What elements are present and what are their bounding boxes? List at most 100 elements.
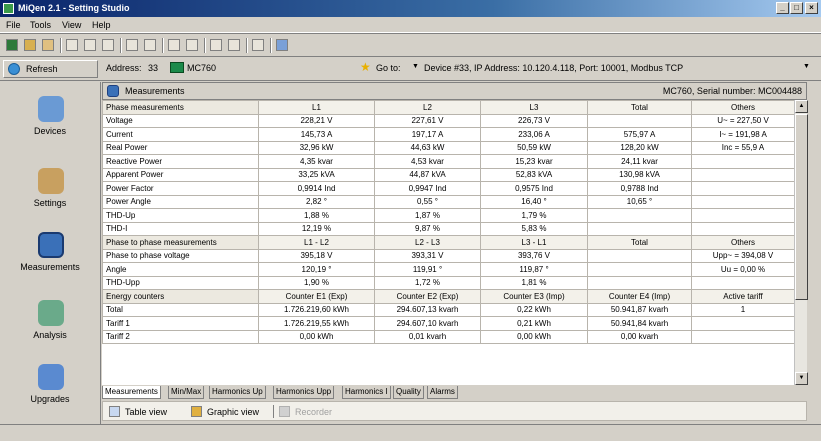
table-cell[interactable]: 393,76 V [480, 248, 588, 263]
table-cell[interactable]: 33,25 kVA [258, 167, 375, 182]
goto-label[interactable]: Go to: [376, 63, 401, 73]
row-label-cell[interactable]: Power Factor [102, 181, 259, 196]
table-cell[interactable]: 15,23 kvar [480, 154, 588, 169]
table-cell[interactable]: 12,19 % [258, 221, 375, 236]
scroll-up-icon[interactable]: ▲ [795, 100, 808, 113]
table-cell[interactable]: L1 - L2 [258, 235, 375, 250]
new-icon[interactable] [6, 39, 18, 51]
table-cell[interactable]: 1,79 % [480, 208, 588, 223]
table-cell[interactable]: 2,82 ° [258, 194, 375, 209]
table-cell[interactable]: Upp~ = 394,08 V [691, 248, 794, 263]
table-cell[interactable]: 1,81 % [480, 275, 588, 290]
menu-help[interactable]: Help [92, 20, 111, 30]
row-label-cell[interactable]: Total [102, 302, 259, 317]
table-cell[interactable]: Uu = 0,00 % [691, 262, 794, 277]
table-cell[interactable]: 0,21 kWh [480, 316, 588, 331]
table-cell[interactable]: 10,65 ° [587, 194, 692, 209]
table-cell[interactable]: 119,87 ° [480, 262, 588, 277]
table-cell[interactable]: 227,61 V [374, 113, 481, 128]
row-label-cell[interactable]: Power Angle [102, 194, 259, 209]
close-button[interactable]: × [805, 2, 818, 14]
graphic-view-button[interactable]: Graphic view [207, 407, 259, 417]
tools-icon[interactable] [252, 39, 264, 51]
table-cell[interactable]: Inc = 55,9 A [691, 140, 794, 155]
table-cell[interactable]: L2 [374, 100, 481, 115]
table-cell[interactable] [691, 329, 794, 344]
table-cell[interactable]: Others [691, 235, 794, 250]
copy-icon[interactable] [168, 39, 180, 51]
row-label-cell[interactable]: Angle [102, 262, 259, 277]
row-label-cell[interactable]: Voltage [102, 113, 259, 128]
tab-harmonics-up[interactable]: Harmonics Up [209, 386, 266, 399]
table-cell[interactable]: Active tariff [691, 289, 794, 304]
table-cell[interactable] [691, 154, 794, 169]
tab-quality[interactable]: Quality [393, 386, 424, 399]
table-cell[interactable] [587, 262, 692, 277]
table-cell[interactable]: 0,9788 Ind [587, 181, 692, 196]
maximize-button[interactable]: □ [790, 2, 803, 14]
table-cell[interactable]: 395,18 V [258, 248, 375, 263]
table-cell[interactable]: 4,35 kvar [258, 154, 375, 169]
table-cell[interactable]: 44,63 kW [374, 140, 481, 155]
monitor-icon[interactable] [228, 39, 240, 51]
table-cell[interactable]: 44,87 kVA [374, 167, 481, 182]
table-cell[interactable]: 0,55 ° [374, 194, 481, 209]
table-cell[interactable]: 52,83 kVA [480, 167, 588, 182]
print-icon[interactable] [126, 39, 138, 51]
row-label-cell[interactable]: Phase to phase voltage [102, 248, 259, 263]
table-view-icon[interactable] [109, 406, 120, 417]
tab-harmonics-i[interactable]: Harmonics I [342, 386, 391, 399]
table-cell[interactable] [691, 167, 794, 182]
print-preview-icon[interactable] [144, 39, 156, 51]
graphic-view-icon[interactable] [191, 406, 202, 417]
table-cell[interactable]: 0,00 kWh [480, 329, 588, 344]
sidebar-item-settings[interactable]: Settings [4, 168, 96, 228]
table-cell[interactable]: 226,73 V [480, 113, 588, 128]
open-icon[interactable] [24, 39, 36, 51]
row-label-cell[interactable]: Tariff 1 [102, 316, 259, 331]
table-cell[interactable]: L2 - L3 [374, 235, 481, 250]
table-cell[interactable] [587, 275, 692, 290]
table-cell[interactable]: 1,90 % [258, 275, 375, 290]
table-cell[interactable] [691, 221, 794, 236]
table-cell[interactable]: Total [587, 100, 692, 115]
table-cell[interactable]: Counter E3 (Imp) [480, 289, 588, 304]
table-cell[interactable]: 120,19 ° [258, 262, 375, 277]
scroll-thumb[interactable] [795, 114, 808, 300]
chevron-down-icon[interactable]: ▼ [412, 63, 419, 70]
row-label-cell[interactable]: Reactive Power [102, 154, 259, 169]
table-cell[interactable]: 294.607,13 kvarh [374, 302, 481, 317]
export-icon[interactable] [102, 39, 114, 51]
row-label-cell[interactable]: THD-Up [102, 208, 259, 223]
table-cell[interactable]: 5,83 % [480, 221, 588, 236]
table-cell[interactable] [587, 221, 692, 236]
row-label-cell[interactable]: Current [102, 127, 259, 142]
table-cell[interactable]: 0,9947 Ind [374, 181, 481, 196]
tab-measurements[interactable]: Measurements [102, 386, 161, 399]
row-label-cell[interactable]: Real Power [102, 140, 259, 155]
table-cell[interactable] [691, 275, 794, 290]
table-cell[interactable]: 0,00 kWh [258, 329, 375, 344]
connect-icon[interactable] [210, 39, 222, 51]
table-cell[interactable]: Counter E1 (Exp) [258, 289, 375, 304]
table-cell[interactable]: 1.726.219,55 kWh [258, 316, 375, 331]
table-cell[interactable]: 1.726.219,60 kWh [258, 302, 375, 317]
sidebar-item-analysis[interactable]: Analysis [4, 300, 96, 360]
network-icon[interactable] [276, 39, 288, 51]
open-dropdown-icon[interactable] [42, 39, 54, 51]
table-cell[interactable]: 24,11 kvar [587, 154, 692, 169]
menu-tools[interactable]: Tools [30, 20, 51, 30]
table-cell[interactable]: 16,40 ° [480, 194, 588, 209]
menu-view[interactable]: View [62, 20, 81, 30]
table-cell[interactable] [691, 316, 794, 331]
table-cell[interactable]: 1,88 % [258, 208, 375, 223]
table-cell[interactable]: Others [691, 100, 794, 115]
table-cell[interactable]: U~ = 227,50 V [691, 113, 794, 128]
scroll-down-icon[interactable]: ▼ [795, 372, 808, 385]
table-view-button[interactable]: Table view [125, 407, 167, 417]
table-cell[interactable]: Total [587, 235, 692, 250]
table-cell[interactable]: 119,91 ° [374, 262, 481, 277]
table-cell[interactable]: 0,22 kWh [480, 302, 588, 317]
table-cell[interactable]: L1 [258, 100, 375, 115]
paste-icon[interactable] [186, 39, 198, 51]
